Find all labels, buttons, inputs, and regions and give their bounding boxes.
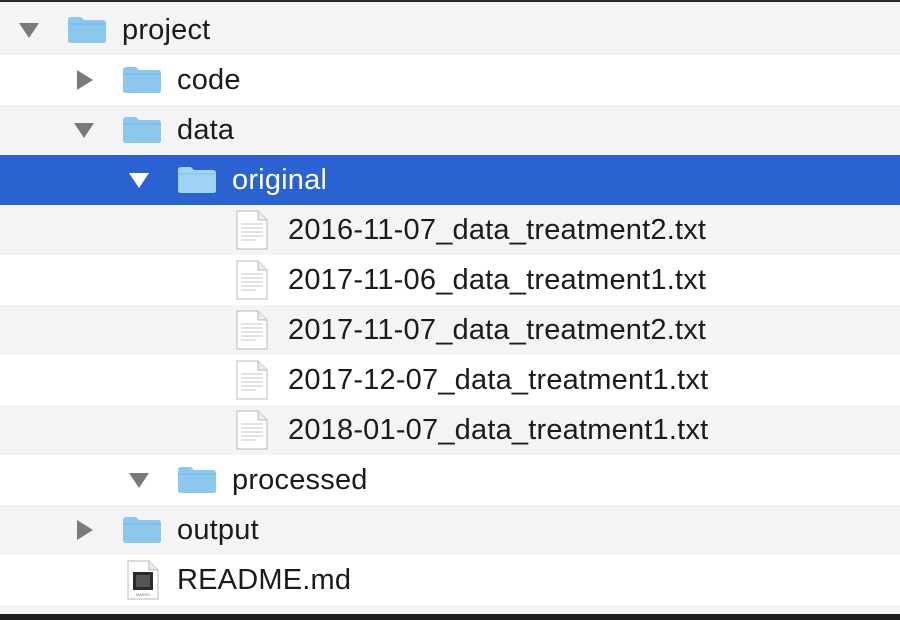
tree-row-file[interactable]: 2017-12-07_data_treatment1.txt <box>0 355 900 405</box>
tree-label-file: 2017-11-06_data_treatment1.txt <box>288 263 707 296</box>
tree-label-code: code <box>177 63 241 96</box>
tree-label-file: 2016-11-07_data_treatment2.txt <box>288 213 707 246</box>
disclosure-expanded-icon[interactable] <box>72 118 96 142</box>
tree-row-file[interactable]: 2018-01-07_data_treatment1.txt <box>0 405 900 455</box>
folder-icon <box>67 16 107 44</box>
tree-row-data[interactable]: data <box>0 105 900 155</box>
disclosure-expanded-icon[interactable] <box>127 168 151 192</box>
tree-label-project: project <box>122 13 211 46</box>
folder-icon <box>122 116 162 144</box>
disclosure-collapsed-icon[interactable] <box>72 68 96 92</box>
tree-row-readme[interactable]: MARKD README.md <box>0 555 900 605</box>
tree-row-code[interactable]: code <box>0 55 900 105</box>
tree-row-project[interactable]: project <box>0 5 900 55</box>
tree-row-file[interactable]: 2017-11-06_data_treatment1.txt <box>0 255 900 305</box>
text-file-icon <box>236 310 268 350</box>
folder-icon <box>122 516 162 544</box>
tree-row-file[interactable]: 2016-11-07_data_treatment2.txt <box>0 205 900 255</box>
tree-row-output[interactable]: output <box>0 505 900 555</box>
readme-icon-text: MARKD <box>136 592 151 597</box>
tree-label-file: 2018-01-07_data_treatment1.txt <box>288 413 709 446</box>
folder-icon <box>122 66 162 94</box>
tree-row-processed[interactable]: processed <box>0 455 900 505</box>
disclosure-collapsed-icon[interactable] <box>72 518 96 542</box>
folder-icon <box>177 166 217 194</box>
text-file-icon <box>236 360 268 400</box>
tree-label-readme: README.md <box>177 563 352 596</box>
tree-label-output: output <box>177 513 259 546</box>
tree-label-file: 2017-12-07_data_treatment1.txt <box>288 363 709 396</box>
tree-label-data: data <box>177 113 235 146</box>
finder-tree: project code data original 2016-11-07_da… <box>0 0 900 620</box>
tree-label-processed: processed <box>232 463 368 496</box>
folder-icon <box>177 466 217 494</box>
tree-label-original: original <box>232 163 328 196</box>
tree-label-file: 2017-11-07_data_treatment2.txt <box>288 313 707 346</box>
tree-row-original[interactable]: original <box>0 155 900 205</box>
disclosure-expanded-icon[interactable] <box>127 468 151 492</box>
text-file-icon <box>236 410 268 450</box>
text-file-icon <box>236 210 268 250</box>
text-file-icon <box>236 260 268 300</box>
tree-row-file[interactable]: 2017-11-07_data_treatment2.txt <box>0 305 900 355</box>
disclosure-expanded-icon[interactable] <box>17 18 41 42</box>
markdown-file-icon: MARKD <box>127 560 159 600</box>
